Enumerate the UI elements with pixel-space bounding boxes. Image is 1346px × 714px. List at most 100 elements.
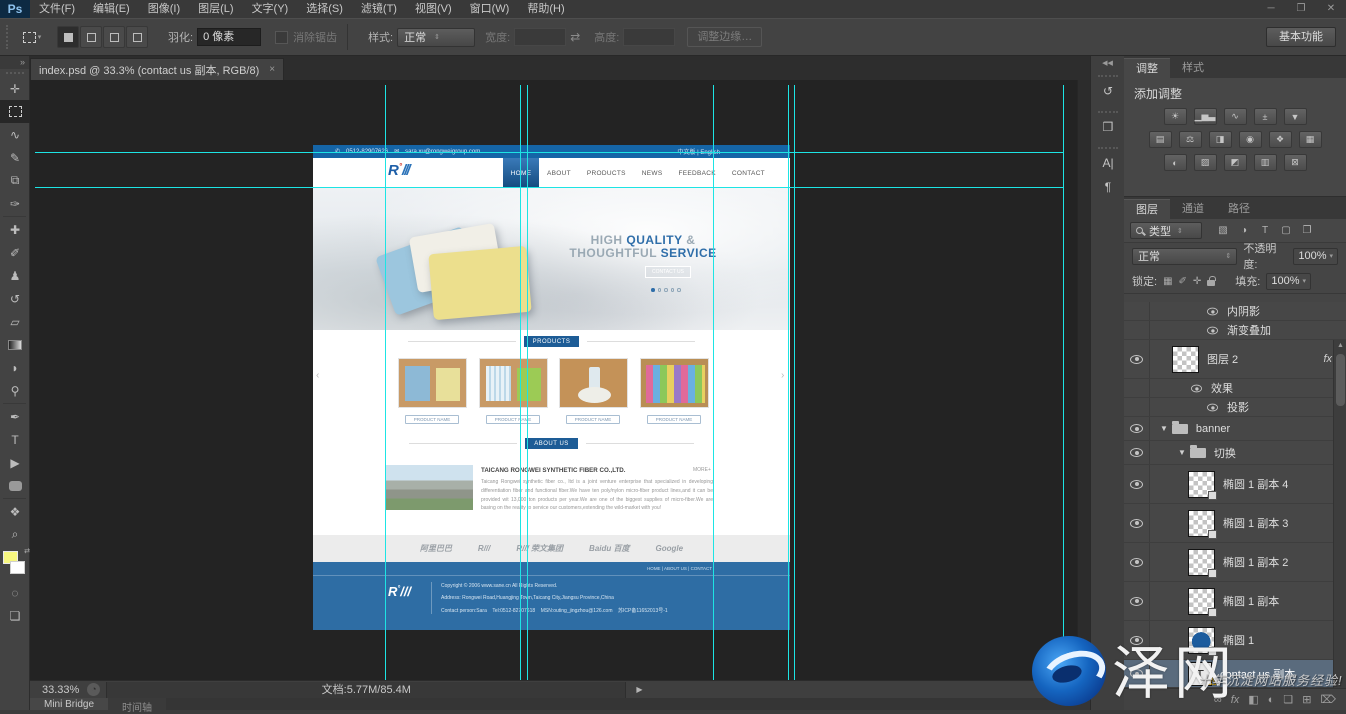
product-image[interactable] xyxy=(479,358,548,408)
eraser-tool[interactable]: ▱ xyxy=(0,310,30,333)
visibility-eye-icon[interactable] xyxy=(1130,519,1143,528)
tab-layers[interactable]: 图层 xyxy=(1124,199,1170,219)
antialias-checkbox[interactable] xyxy=(275,31,288,44)
lock-position-icon[interactable]: ✛ xyxy=(1193,276,1201,287)
visibility-eye-icon[interactable] xyxy=(1207,326,1218,334)
vibrance-icon[interactable]: ▼ xyxy=(1284,108,1307,125)
crop-tool[interactable]: ⧉ xyxy=(0,169,30,192)
tab-adjustments[interactable]: 调整 xyxy=(1124,58,1170,78)
dot[interactable] xyxy=(664,288,668,292)
quick-selection-tool[interactable]: ✎ xyxy=(0,146,30,169)
vertical-guide[interactable] xyxy=(520,85,521,680)
width-input[interactable] xyxy=(514,28,566,46)
layer-group-row[interactable]: ▼ 切换 xyxy=(1124,441,1346,465)
layer-effect-row[interactable]: 内阴影 xyxy=(1124,302,1346,321)
menu-layer[interactable]: 图层(L) xyxy=(189,0,242,18)
delete-layer-icon[interactable]: ⌦ xyxy=(1320,693,1336,706)
scrollbar-thumb[interactable] xyxy=(1336,354,1345,406)
move-tool[interactable]: ✛ xyxy=(0,77,30,100)
tab-paths[interactable]: 路径 xyxy=(1216,199,1262,219)
style-select[interactable]: 正常 ⇕ xyxy=(397,28,475,47)
black-white-icon[interactable]: ◨ xyxy=(1209,131,1232,148)
vertical-guide[interactable] xyxy=(788,85,789,680)
tools-collapse-button[interactable]: » xyxy=(0,56,29,69)
menu-filter[interactable]: 滤镜(T) xyxy=(352,0,406,18)
menu-image[interactable]: 图像(I) xyxy=(139,0,189,18)
fill-field[interactable]: 100% ▾ xyxy=(1266,273,1311,290)
nav-products[interactable]: PRODUCTS xyxy=(579,158,634,188)
layer-style-icon[interactable]: fx xyxy=(1231,694,1240,706)
layer-effect-row[interactable]: 投影 xyxy=(1124,398,1346,417)
exposure-icon[interactable]: ± xyxy=(1254,108,1277,125)
filter-shape-icon[interactable]: ▢ xyxy=(1278,225,1294,236)
menu-window[interactable]: 窗口(W) xyxy=(461,0,519,18)
brightness-contrast-icon[interactable]: ☀ xyxy=(1164,108,1187,125)
layer-row[interactable]: 椭圆 1 副本 4 xyxy=(1124,465,1346,504)
horizontal-guide[interactable] xyxy=(35,152,1063,153)
lock-transparency-icon[interactable]: ▦ xyxy=(1163,276,1172,287)
color-lookup-icon[interactable]: ▦ xyxy=(1299,131,1322,148)
filter-pixel-icon[interactable]: ▧ xyxy=(1215,225,1231,236)
visibility-eye-icon[interactable] xyxy=(1207,403,1218,411)
minimize-button[interactable]: ─ xyxy=(1256,0,1286,18)
vertical-guide[interactable] xyxy=(385,85,386,680)
zoom-level-field[interactable]: 33.33% xyxy=(30,684,87,696)
path-select-tool[interactable]: ▶ xyxy=(0,451,30,474)
menu-edit[interactable]: 编辑(E) xyxy=(84,0,139,18)
layer-row[interactable]: 椭圆 1 副本 3 xyxy=(1124,504,1346,543)
history-panel-icon[interactable]: ↺ xyxy=(1091,79,1125,103)
horizontal-guide[interactable] xyxy=(35,187,1063,188)
product-name-button[interactable]: PRODUCT NAME xyxy=(647,415,701,424)
layer-thumbnail[interactable] xyxy=(1188,588,1215,615)
photo-filter-icon[interactable]: ◉ xyxy=(1239,131,1262,148)
close-button[interactable]: ✕ xyxy=(1316,0,1346,18)
footer-links[interactable]: HOME | ABOUT US | CONTACT xyxy=(647,566,712,571)
swap-colors-icon[interactable]: ⇄ xyxy=(24,547,30,555)
paragraph-panel-icon[interactable]: ¶ xyxy=(1091,175,1125,199)
dot[interactable] xyxy=(651,288,655,292)
rect-marquee-tool[interactable] xyxy=(0,100,30,123)
product-name-button[interactable]: PRODUCT NAME xyxy=(486,415,540,424)
tab-mini-bridge[interactable]: Mini Bridge xyxy=(30,698,108,710)
new-selection-button[interactable] xyxy=(57,26,79,48)
layer-row[interactable]: 椭圆 1 副本 xyxy=(1124,582,1346,621)
swap-dimensions-icon[interactable]: ⇄ xyxy=(570,30,580,44)
partner-alibaba[interactable]: 阿里巴巴 xyxy=(420,543,452,554)
dot[interactable] xyxy=(677,288,681,292)
canvas-scrollbar[interactable] xyxy=(1077,80,1090,680)
subtract-selection-button[interactable] xyxy=(103,26,125,48)
pen-tool[interactable]: ✒ xyxy=(0,405,30,428)
canvas[interactable]: ✆ 0512-82907626 ✉ sara.xu@rongweigroup.c… xyxy=(30,80,1090,680)
visibility-eye-icon[interactable] xyxy=(1207,307,1218,315)
dot[interactable] xyxy=(658,288,662,292)
dock-collapse-button[interactable]: ◀◀ xyxy=(1091,56,1124,67)
visibility-eye-icon[interactable] xyxy=(1130,636,1143,645)
character-panel-icon[interactable]: A| xyxy=(1091,151,1125,175)
partner-baidu[interactable]: Baidu 百度 xyxy=(589,543,629,554)
type-tool[interactable]: T xyxy=(0,428,30,451)
partner-google[interactable]: Google xyxy=(656,544,684,553)
curves-icon[interactable]: ∿ xyxy=(1224,108,1247,125)
lasso-tool[interactable]: ∿ xyxy=(0,123,30,146)
brush-tool[interactable]: ✐ xyxy=(0,241,30,264)
zoom-tool[interactable]: ⌕ xyxy=(0,523,30,546)
filter-adjustment-icon[interactable]: ◑ xyxy=(1236,225,1252,236)
product-image[interactable] xyxy=(559,358,628,408)
lock-pixels-icon[interactable]: ✐ xyxy=(1179,276,1187,287)
vertical-guide[interactable] xyxy=(713,85,714,680)
tab-styles[interactable]: 样式 xyxy=(1170,58,1216,78)
nav-home[interactable]: HOME xyxy=(503,158,539,188)
menu-select[interactable]: 选择(S) xyxy=(297,0,352,18)
hue-saturation-icon[interactable]: ▤ xyxy=(1149,131,1172,148)
product-image[interactable] xyxy=(640,358,709,408)
screen-mode-button[interactable]: ❏ xyxy=(0,604,30,627)
invert-icon[interactable]: ◐ xyxy=(1164,154,1187,171)
threshold-icon[interactable]: ◩ xyxy=(1224,154,1247,171)
site-logo[interactable]: R°/// xyxy=(388,162,409,179)
blur-tool[interactable]: ◗ xyxy=(0,356,30,379)
document-size-field[interactable]: 文档:5.77M/85.4M xyxy=(106,682,626,698)
document-tab[interactable]: index.psd @ 33.3% (contact us 副本, RGB/8)… xyxy=(30,58,284,80)
layer-group-row[interactable]: ▼ banner xyxy=(1124,417,1346,441)
carousel-next-arrow[interactable]: › xyxy=(781,370,784,381)
visibility-eye-icon[interactable] xyxy=(1130,558,1143,567)
